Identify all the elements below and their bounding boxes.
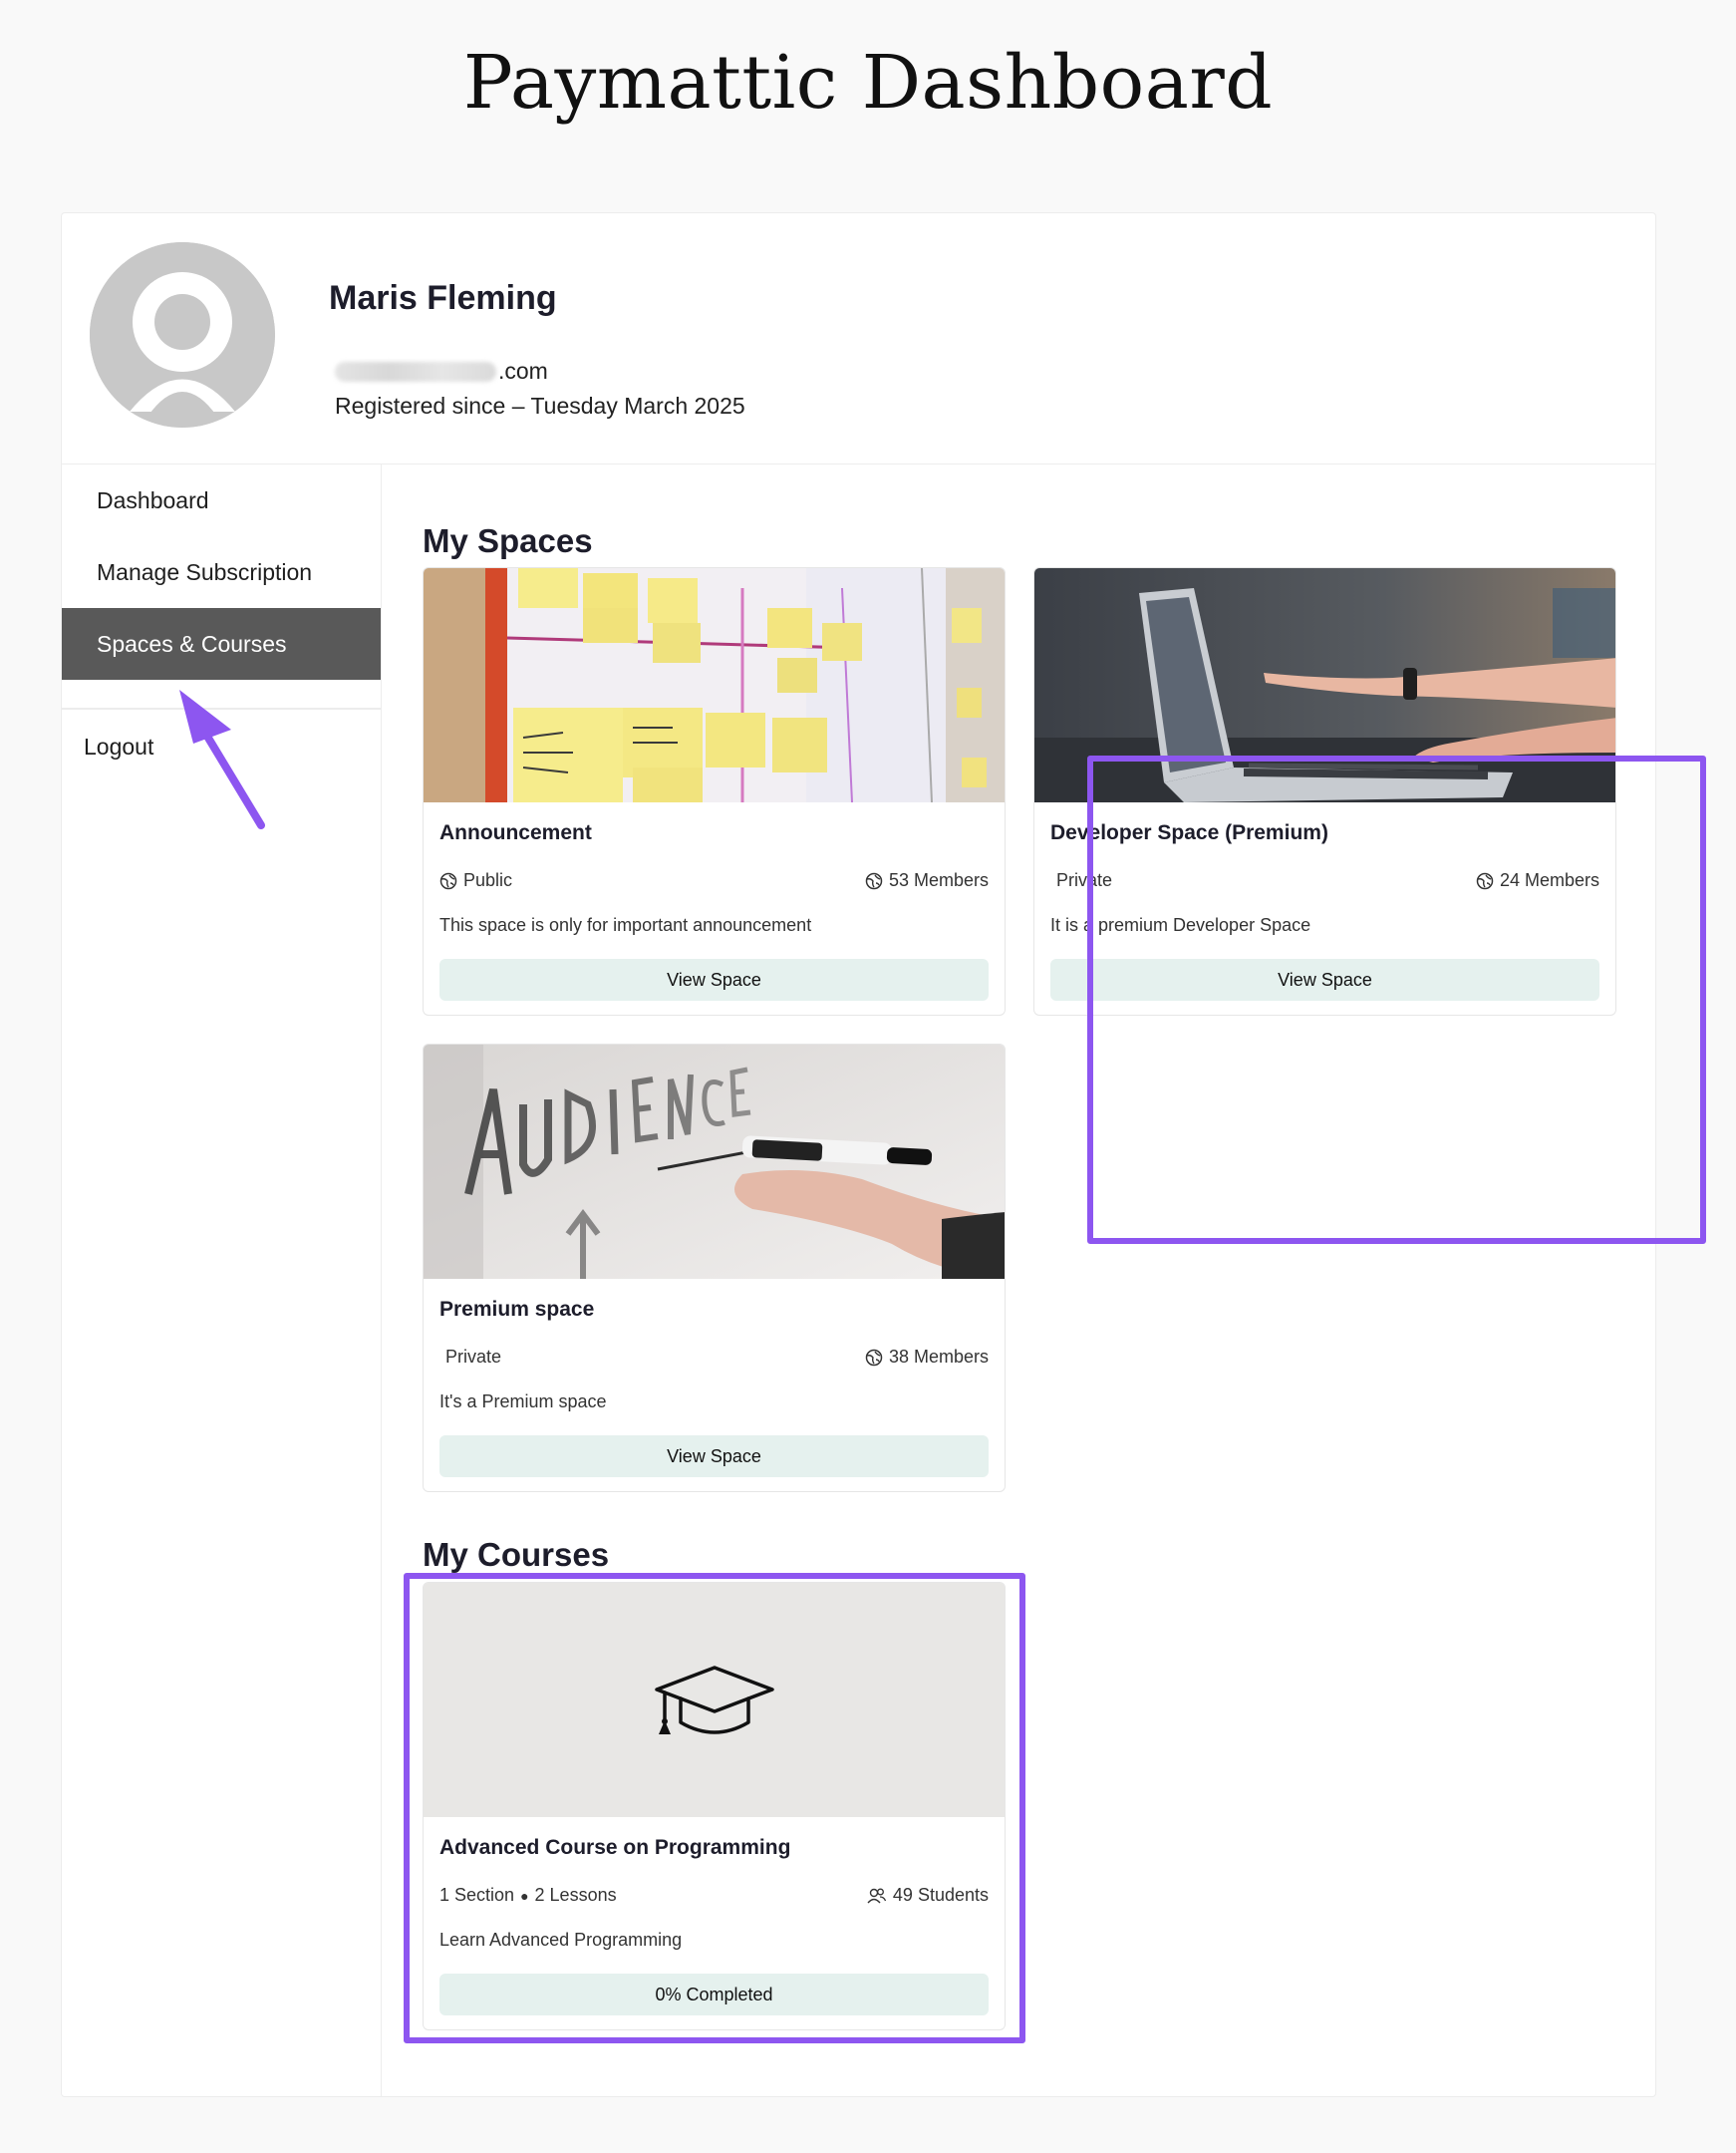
space-title: Developer Space (Premium) — [1050, 821, 1328, 844]
bullet-separator: ● — [520, 1887, 529, 1904]
email-redaction — [335, 361, 496, 382]
view-space-button[interactable]: View Space — [439, 959, 989, 1001]
space-visibility: Private — [1056, 870, 1112, 891]
space-title: Announcement — [439, 821, 592, 844]
space-description: This space is only for important announc… — [439, 915, 812, 935]
space-members: 38 Members — [865, 1347, 989, 1368]
sidebar-item-spaces-courses[interactable]: Spaces & Courses — [62, 608, 381, 680]
space-visibility-label: Private — [445, 1347, 502, 1367]
globe-icon — [1476, 872, 1494, 890]
course-structure: 1 Section ● 2 Lessons — [439, 1885, 617, 1906]
my-spaces-heading: My Spaces — [423, 522, 593, 559]
sidebar-divider — [62, 708, 381, 710]
dashboard-panel: Maris Fleming .com Registered since – Tu… — [61, 212, 1706, 2097]
space-members-count: 53 Members — [888, 870, 989, 890]
space-card-announcement: Announcement Public 53 Members This spac… — [423, 567, 1006, 1016]
space-card-developer-premium: Developer Space (Premium) Private 24 Mem… — [1033, 567, 1616, 1016]
user-name: Maris Fleming — [329, 279, 557, 317]
space-visibility-label: Private — [1056, 870, 1113, 890]
globe-icon — [865, 872, 883, 890]
user-email-domain: .com — [498, 358, 548, 384]
space-members-count: 24 Members — [1499, 870, 1599, 890]
course-card-advanced-programming: Advanced Course on Programming 1 Section… — [423, 1582, 1006, 2030]
course-sections: 1 Section — [439, 1885, 515, 1905]
my-courses-heading: My Courses — [423, 1536, 610, 1573]
user-email: .com — [335, 358, 548, 385]
user-avatar-placeholder-icon — [90, 242, 275, 428]
globe-icon — [865, 1349, 883, 1367]
audience-whiteboard-marker-photo — [424, 1045, 1005, 1279]
users-icon — [865, 1887, 887, 1905]
registration-date: Registered since – Tuesday March 2025 — [335, 393, 745, 419]
space-visibility-label: Public — [463, 870, 513, 890]
space-title: Premium space — [439, 1298, 595, 1321]
course-cover — [424, 1583, 1005, 1817]
sidebar-item-logout[interactable]: Logout — [62, 711, 381, 782]
space-members-count: 38 Members — [888, 1347, 989, 1367]
globe-icon — [439, 872, 457, 890]
profile-header: Maris Fleming .com Registered since – Tu… — [62, 213, 1655, 464]
view-space-button[interactable]: View Space — [439, 1435, 989, 1477]
sidebar-item-dashboard[interactable]: Dashboard — [62, 464, 381, 536]
course-progress-button[interactable]: 0% Completed — [439, 1974, 989, 2015]
course-students-count: 49 Students — [892, 1885, 989, 1905]
space-members: 53 Members — [865, 870, 989, 891]
sidebar-item-manage-subscription[interactable]: Manage Subscription — [62, 536, 381, 608]
course-students: 49 Students — [865, 1885, 989, 1906]
space-visibility: Private — [445, 1347, 501, 1368]
course-description: Learn Advanced Programming — [439, 1930, 683, 1950]
page-title: Paymattic Dashboard — [462, 40, 1274, 126]
graduation-cap-icon — [424, 1583, 1005, 1817]
space-description: It is a premium Developer Space — [1050, 915, 1311, 935]
sidebar-item-label: Logout — [84, 733, 154, 760]
course-lessons: 2 Lessons — [534, 1885, 617, 1905]
sidebar-item-label: Dashboard — [97, 486, 209, 513]
space-card-premium: Premium space Private 38 Members It's a … — [423, 1044, 1006, 1492]
space-visibility: Public — [439, 870, 512, 891]
space-description: It's a Premium space — [439, 1391, 607, 1411]
course-title: Advanced Course on Programming — [439, 1836, 791, 1859]
sidebar: Dashboard Manage Subscription Spaces & C… — [62, 464, 382, 2096]
laptop-hands-photo — [1034, 568, 1615, 802]
main-content: My Spaces Announcement Public 53 Members… — [383, 464, 1706, 2096]
sticky-notes-whiteboard-photo — [424, 568, 1005, 802]
sidebar-item-label: Manage Subscription — [97, 558, 313, 585]
sidebar-item-label: Spaces & Courses — [97, 630, 287, 657]
space-members: 24 Members — [1476, 870, 1599, 891]
view-space-button[interactable]: View Space — [1050, 959, 1599, 1001]
